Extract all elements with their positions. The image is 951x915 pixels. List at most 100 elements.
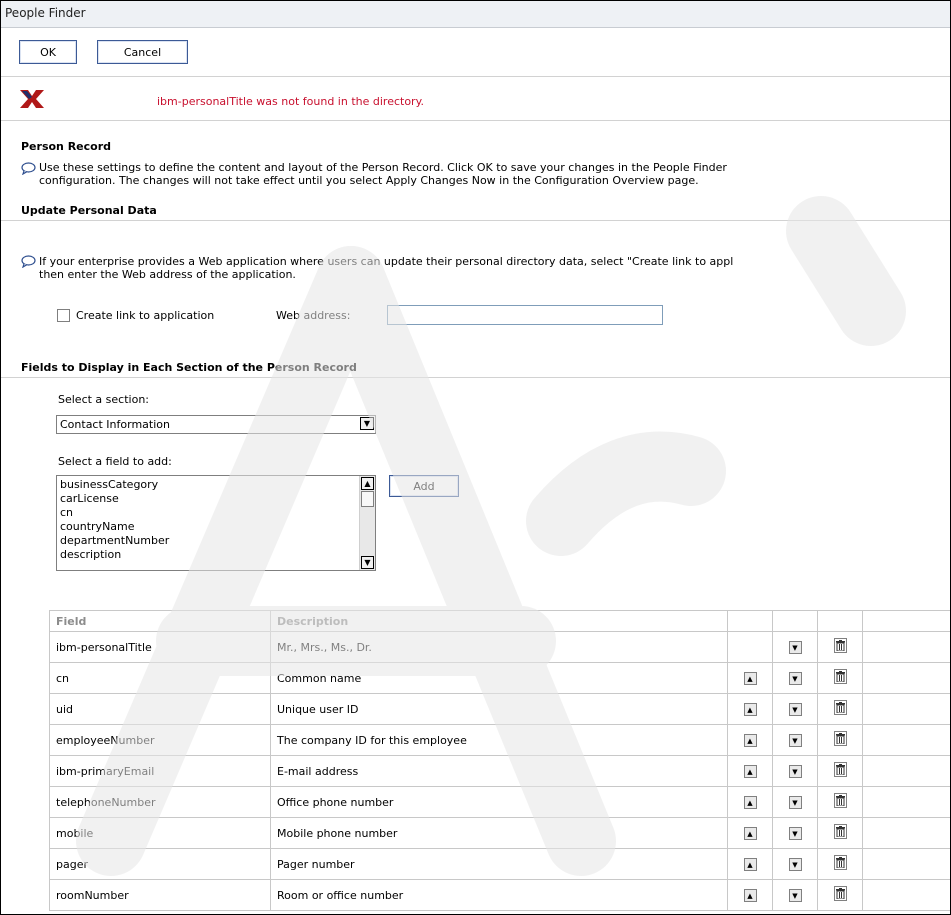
description-cell: Pager number xyxy=(270,848,728,880)
description-line: then enter the Web address of the applic… xyxy=(39,268,296,281)
person-record-heading: Person Record xyxy=(21,140,112,153)
description-line: If your enterprise provides a Web applic… xyxy=(39,255,734,268)
list-item[interactable]: businessCategory xyxy=(60,478,158,491)
description-cell: Office phone number xyxy=(270,786,728,818)
table-row: uid Unique user ID ▲ ▼ xyxy=(49,693,950,725)
title-bar: People Finder xyxy=(1,1,950,28)
divider xyxy=(1,220,950,221)
select-section-label: Select a section: xyxy=(58,393,149,406)
trash-icon[interactable] xyxy=(833,669,847,684)
description-cell: Mobile phone number xyxy=(270,817,728,849)
list-item[interactable]: carLicense xyxy=(60,492,119,505)
listbox-scrollbar[interactable]: ▲ ▼ xyxy=(359,476,375,570)
description-cell: The company ID for this employee xyxy=(270,724,728,756)
field-cell: mobile xyxy=(49,817,271,849)
cancel-button[interactable]: Cancel xyxy=(97,40,188,64)
table-row: mobile Mobile phone number ▲ ▼ xyxy=(49,817,950,849)
field-cell: cn xyxy=(49,662,271,694)
chevron-down-icon[interactable]: ▼ xyxy=(360,417,374,430)
divider xyxy=(1,120,950,121)
trash-icon[interactable] xyxy=(833,793,847,808)
arrow-down-icon[interactable]: ▼ xyxy=(788,858,802,871)
list-item[interactable]: countryName xyxy=(60,520,135,533)
field-cell: telephoneNumber xyxy=(49,786,271,818)
description-cell: Room or office number xyxy=(270,879,728,911)
table-header-row: Field Description xyxy=(49,610,950,632)
speech-bubble-icon xyxy=(21,255,36,268)
arrow-up-icon[interactable]: ▲ xyxy=(743,827,757,840)
list-item[interactable]: description xyxy=(60,548,121,561)
arrow-down-icon[interactable]: ▼ xyxy=(788,889,802,902)
description-line: Use these settings to define the content… xyxy=(39,161,727,174)
arrow-up-icon[interactable]: ▲ xyxy=(743,765,757,778)
scroll-down-icon[interactable]: ▼ xyxy=(361,556,374,569)
arrow-down-icon[interactable]: ▼ xyxy=(788,672,802,685)
scroll-up-icon[interactable]: ▲ xyxy=(361,477,374,490)
divider xyxy=(1,377,950,378)
fields-table: Field Description ibm-personalTitle Mr., … xyxy=(49,610,950,911)
trash-icon[interactable] xyxy=(833,762,847,777)
update-personal-data-heading: Update Personal Data xyxy=(21,204,157,217)
arrow-down-icon[interactable]: ▼ xyxy=(788,827,802,840)
field-cell: pager xyxy=(49,848,271,880)
create-link-checkbox[interactable] xyxy=(57,309,70,322)
error-x-icon xyxy=(20,90,44,108)
field-cell: employeeNumber xyxy=(49,724,271,756)
description-cell: Common name xyxy=(270,662,728,694)
trash-icon[interactable] xyxy=(833,886,847,901)
people-finder-dialog: People Finder OK Cancel ibm-personalTitl… xyxy=(0,0,951,915)
description-cell: Mr., Mrs., Ms., Dr. xyxy=(270,631,728,663)
trash-icon[interactable] xyxy=(833,855,847,870)
table-row: ibm-primaryEmail E-mail address ▲ ▼ xyxy=(49,755,950,787)
table-row: roomNumber Room or office number ▲ ▼ xyxy=(49,879,950,911)
table-row: ibm-personalTitle Mr., Mrs., Ms., Dr. ▼ xyxy=(49,631,950,663)
column-header-description: Description xyxy=(270,610,728,632)
web-address-field[interactable] xyxy=(387,305,663,325)
trash-icon[interactable] xyxy=(833,824,847,839)
trash-icon[interactable] xyxy=(833,731,847,746)
select-field-label: Select a field to add: xyxy=(58,455,172,468)
description-cell: Unique user ID xyxy=(270,693,728,725)
arrow-down-icon[interactable]: ▼ xyxy=(788,703,802,716)
ok-button[interactable]: OK xyxy=(19,40,77,64)
arrow-down-icon[interactable]: ▼ xyxy=(788,734,802,747)
table-row: pager Pager number ▲ ▼ xyxy=(49,848,950,880)
trash-icon[interactable] xyxy=(833,638,847,653)
column-header-field: Field xyxy=(49,610,271,632)
error-message: ibm-personalTitle was not found in the d… xyxy=(157,95,425,108)
field-cell: ibm-primaryEmail xyxy=(49,755,271,787)
field-cell: roomNumber xyxy=(49,879,271,911)
person-record-description: Use these settings to define the content… xyxy=(39,161,950,187)
table-row: cn Common name ▲ ▼ xyxy=(49,662,950,694)
field-cell: ibm-personalTitle xyxy=(49,631,271,663)
fields-section-heading: Fields to Display in Each Section of the… xyxy=(21,361,357,374)
list-item[interactable]: cn xyxy=(60,506,73,519)
field-listbox[interactable]: businessCategory carLicense cn countryNa… xyxy=(56,475,376,571)
web-address-label: Web address: xyxy=(276,309,351,322)
create-link-label: Create link to application xyxy=(76,309,215,322)
arrow-up-icon[interactable]: ▲ xyxy=(743,889,757,902)
arrow-up-icon[interactable]: ▲ xyxy=(743,858,757,871)
arrow-up-icon[interactable]: ▲ xyxy=(743,672,757,685)
update-personal-data-description: If your enterprise provides a Web applic… xyxy=(39,255,950,281)
trash-icon[interactable] xyxy=(833,700,847,715)
table-row: telephoneNumber Office phone number ▲ ▼ xyxy=(49,786,950,818)
scroll-thumb[interactable] xyxy=(361,491,374,507)
list-item[interactable]: departmentNumber xyxy=(60,534,169,547)
arrow-down-icon[interactable]: ▼ xyxy=(788,765,802,778)
arrow-down-icon[interactable]: ▼ xyxy=(788,641,802,654)
section-select-value: Contact Information xyxy=(60,418,170,431)
description-line: configuration. The changes will not take… xyxy=(39,174,699,187)
speech-bubble-icon xyxy=(21,162,36,175)
arrow-down-icon[interactable]: ▼ xyxy=(788,796,802,809)
window-title: People Finder xyxy=(5,6,86,20)
arrow-up-icon[interactable]: ▲ xyxy=(743,703,757,716)
arrow-up-icon[interactable]: ▲ xyxy=(743,796,757,809)
add-button[interactable]: Add xyxy=(389,475,459,497)
section-select[interactable]: Contact Information ▼ xyxy=(56,415,376,434)
field-cell: uid xyxy=(49,693,271,725)
arrow-up-icon[interactable]: ▲ xyxy=(743,734,757,747)
divider xyxy=(1,76,950,77)
description-cell: E-mail address xyxy=(270,755,728,787)
table-row: employeeNumber The company ID for this em… xyxy=(49,724,950,756)
